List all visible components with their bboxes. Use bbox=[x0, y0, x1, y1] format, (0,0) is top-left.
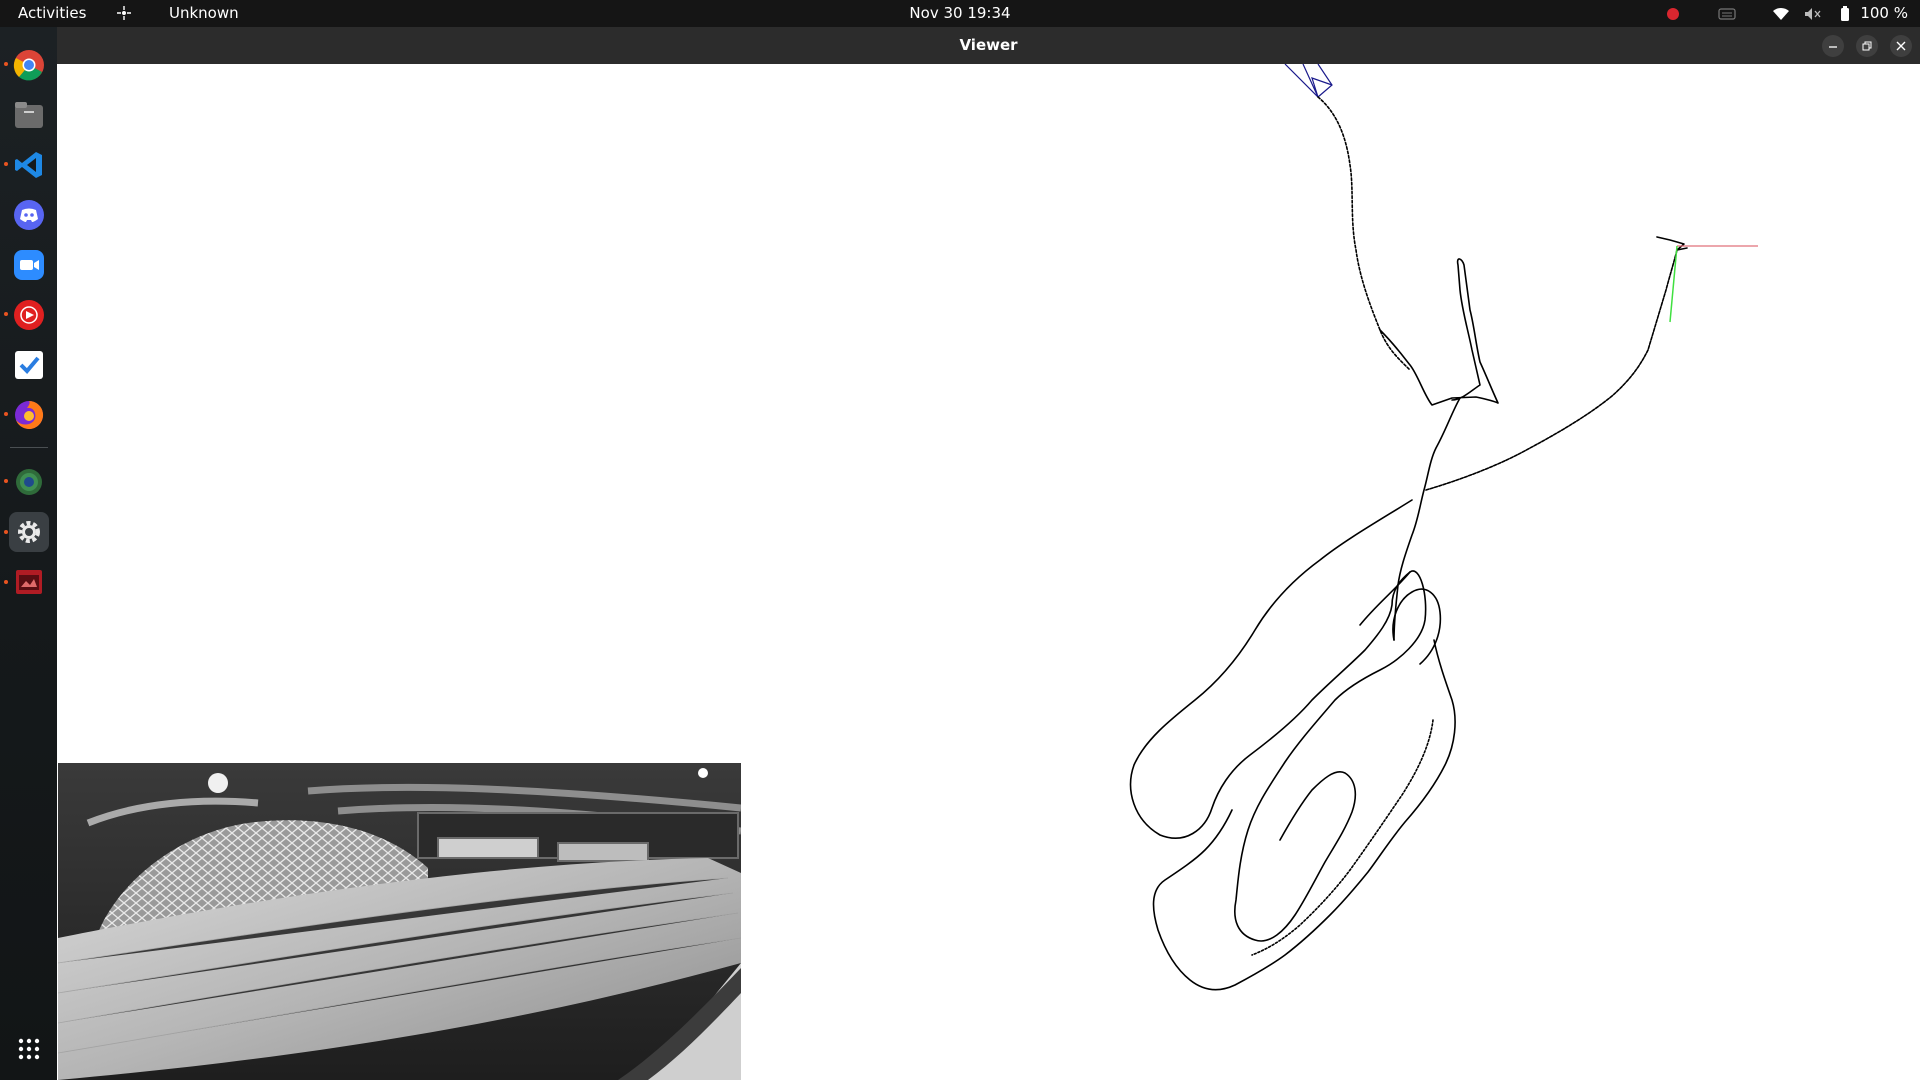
close-button[interactable] bbox=[1890, 35, 1912, 57]
close-icon bbox=[1896, 41, 1906, 51]
dock bbox=[0, 27, 57, 1080]
volume-muted-icon[interactable] bbox=[1804, 0, 1822, 27]
minimize-button[interactable] bbox=[1822, 35, 1844, 57]
camera-frame bbox=[58, 763, 741, 1080]
photo-viewer-icon[interactable] bbox=[9, 462, 49, 502]
top-bar: Activities Unknown Nov 30 19:34 100 % bbox=[0, 0, 1920, 27]
running-indicator bbox=[4, 412, 8, 416]
app-grid-icon[interactable] bbox=[9, 1029, 49, 1069]
window-title: Viewer bbox=[959, 36, 1018, 54]
firefox-icon[interactable] bbox=[9, 395, 49, 435]
camera-frustum bbox=[1284, 63, 1333, 98]
running-indicator bbox=[4, 479, 8, 483]
running-indicator bbox=[4, 162, 8, 166]
dock-separator bbox=[10, 447, 48, 448]
restore-icon bbox=[1862, 41, 1872, 51]
app-indicator[interactable]: Unknown bbox=[116, 0, 239, 27]
battery-icon[interactable] bbox=[1836, 0, 1854, 27]
camera-image-view bbox=[58, 763, 741, 1080]
record-icon[interactable] bbox=[1664, 0, 1682, 27]
minimize-icon bbox=[1829, 46, 1837, 48]
wifi-icon[interactable] bbox=[1772, 0, 1790, 27]
pose-axis-y bbox=[1669, 245, 1678, 323]
files-icon[interactable] bbox=[9, 95, 49, 135]
discord-icon[interactable] bbox=[9, 195, 49, 235]
window-titlebar[interactable]: Viewer bbox=[57, 27, 1920, 64]
running-indicator bbox=[4, 530, 8, 534]
running-indicator bbox=[4, 580, 8, 584]
keyboard-icon[interactable] bbox=[1718, 0, 1736, 27]
restore-button[interactable] bbox=[1856, 35, 1878, 57]
vscode-icon[interactable] bbox=[9, 145, 49, 185]
running-indicator bbox=[4, 312, 8, 316]
trajectory-path bbox=[1129, 96, 1688, 991]
activities-button[interactable]: Activities bbox=[18, 0, 86, 27]
shelving bbox=[417, 812, 739, 862]
settings-icon[interactable] bbox=[9, 512, 49, 552]
app-indicator-label: Unknown bbox=[169, 4, 239, 22]
youtube-music-icon[interactable] bbox=[9, 295, 49, 335]
battery-label: 100 % bbox=[1860, 4, 1908, 22]
clock[interactable]: Nov 30 19:34 bbox=[909, 4, 1010, 22]
running-indicator bbox=[4, 62, 8, 66]
chrome-icon[interactable] bbox=[9, 45, 49, 85]
zoom-icon[interactable] bbox=[9, 245, 49, 285]
tasks-icon[interactable] bbox=[9, 345, 49, 385]
viewer-app-icon[interactable] bbox=[9, 562, 49, 602]
clock-area: Nov 30 19:34 bbox=[0, 0, 1920, 27]
app-indicator-icon bbox=[117, 6, 131, 20]
system-status-area[interactable]: 100 % bbox=[1664, 0, 1908, 27]
